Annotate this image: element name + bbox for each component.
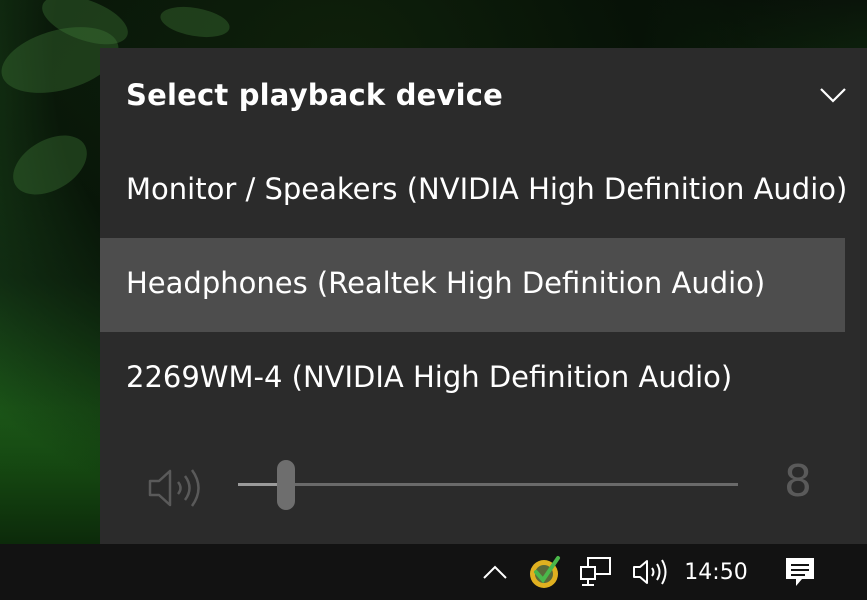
- chevron-down-icon[interactable]: [818, 80, 848, 110]
- volume-slider[interactable]: [238, 460, 738, 516]
- taskbar: 14:50: [0, 544, 867, 600]
- action-center-button[interactable]: [776, 544, 824, 600]
- show-hidden-icons-button[interactable]: [478, 544, 512, 600]
- device-item-2269wm-4[interactable]: 2269WM-4 (NVIDIA High Definition Audio): [100, 332, 845, 426]
- security-tray-button[interactable]: [522, 544, 566, 600]
- chevron-up-icon: [483, 565, 507, 579]
- volume-value: 8: [784, 456, 812, 507]
- device-label: Headphones (Realtek High Definition Audi…: [126, 266, 766, 300]
- network-icon: [580, 557, 611, 586]
- speaker-icon[interactable]: [146, 466, 206, 510]
- network-tray-button[interactable]: [574, 544, 618, 600]
- wallpaper-foliage: [2, 123, 98, 207]
- security-shield-icon: [530, 556, 560, 588]
- device-label: 2269WM-4 (NVIDIA High Definition Audio): [126, 360, 733, 394]
- flyout-title: Select playback device: [126, 78, 504, 112]
- volume-slider-thumb[interactable]: [277, 460, 295, 510]
- wallpaper-foliage: [158, 2, 232, 42]
- volume-tray-button[interactable]: [628, 544, 672, 600]
- flyout-header[interactable]: Select playback device: [100, 48, 867, 144]
- device-item-monitor-speakers[interactable]: Monitor / Speakers (NVIDIA High Definiti…: [100, 144, 848, 238]
- notifications-icon: [786, 558, 814, 586]
- device-item-headphones[interactable]: Headphones (Realtek High Definition Audi…: [100, 238, 845, 332]
- speaker-icon: [633, 559, 667, 585]
- volume-slider-fill: [238, 483, 278, 486]
- taskbar-clock[interactable]: 14:50: [680, 544, 752, 600]
- playback-device-flyout: Select playback device Monitor / Speaker…: [100, 48, 867, 544]
- volume-slider-track: [238, 483, 738, 486]
- device-label: Monitor / Speakers (NVIDIA High Definiti…: [126, 172, 848, 206]
